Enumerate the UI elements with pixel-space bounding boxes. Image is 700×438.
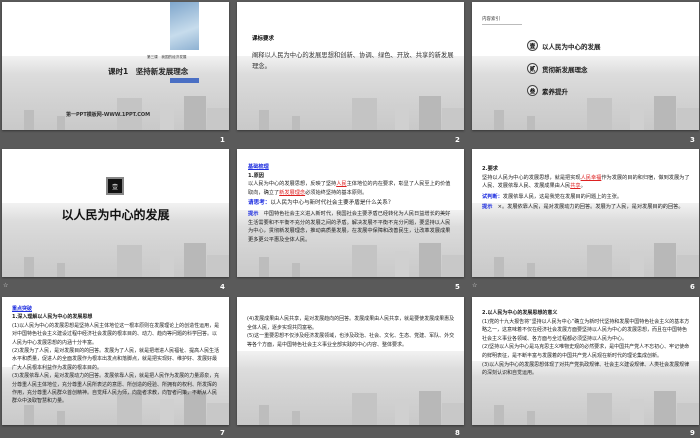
slide-heading: 课标要求: [252, 36, 275, 42]
slide-heading: 1.原因: [248, 172, 264, 179]
toc-badge: 壹: [527, 40, 538, 51]
slide-number: 4: [220, 283, 225, 291]
slide-heading: 2.以人民为中心的发展思想的意义: [482, 310, 558, 316]
slide-heading: 内容索引: [482, 16, 522, 25]
slide-thumbnail-4[interactable]: 壹 以人民为中心的发展: [2, 149, 229, 277]
section-label: 基础梳理: [248, 164, 269, 170]
hint: 提示 中国特色社会主义进入新时代，我国社会主要矛盾已经转化为人民日益增长的美好生…: [248, 210, 451, 243]
city-background: [472, 202, 699, 277]
toc-label: 以人民为中心的发展: [542, 42, 601, 51]
section-title: 以人民为中心的发展: [61, 208, 170, 222]
slide-number: 8: [455, 429, 460, 437]
toc-badge: 叁: [527, 85, 538, 96]
question: 试判断：发展依靠人民，这是我党在发展目的问题上的主张。: [482, 193, 623, 200]
paragraph: 坚持以人民为中心的发展思想，就是把实现人民幸福作为发展的目的和归宿，做到发展为了…: [482, 174, 690, 190]
slide-number: 7: [220, 429, 225, 437]
title-bar: [170, 78, 199, 83]
slide-heading: 1.深入理解以人民为中心的发展思想: [12, 314, 93, 321]
paragraph: (3)发展依靠人民，是对发展动力的回答。发展依靠人民，就是把人民作为发展的力量源…: [12, 373, 220, 405]
paragraph: (4)发展成果由人民共享，是对发展趋向的回答。发展成果由人民共享，就是要使发展成…: [247, 316, 455, 331]
section-label: 重点突破: [12, 306, 33, 312]
slide-heading: 2.要求: [482, 166, 498, 172]
toc-label: 素养提升: [542, 87, 568, 96]
city-background: [237, 350, 464, 425]
slide-thumbnail-7[interactable]: 重点突破 1.深入理解以人民为中心的发展思想 (1)以人民为中心的发展思想是坚持…: [2, 297, 229, 425]
paragraph: (1)党的十九大报告将“坚持以人民为中心”确立为新时代坚持和发展中国特色社会主义…: [482, 318, 690, 342]
paragraph: (1)以人民为中心的发展思想是坚持人民主体地位这一根本原则在发展理论上的创造性运…: [12, 322, 220, 346]
paragraph: 以人民为中心的发展思想，反映了坚持人民主体地位的内在要求，彰显了人民至上的价值取…: [248, 181, 451, 196]
slide-thumbnail-3[interactable]: 内容索引 壹 以人民为中心的发展 贰 贯彻新发展理念 叁 素养提升: [472, 2, 699, 130]
paragraph: (2)发展为了人民，是对发展目的的回答。发展为了人民，就是把增进人民福祉、提高人…: [12, 348, 220, 371]
slide-title: 课时1 坚持新发展理念: [108, 67, 189, 76]
animation-icon[interactable]: ☆: [3, 282, 8, 289]
section-badge: 壹: [106, 177, 124, 195]
palm-photo: [170, 2, 199, 50]
slide-body: 阐释以人民为中心的发展思想和创新、协调、绿色、开放、共享的新发展理念。: [252, 52, 454, 70]
slide-thumbnail-8[interactable]: (4)发展成果由人民共享，是对发展趋向的回答。发展成果由人民共享，就是要使发展成…: [237, 297, 464, 425]
watermark: 第一PPT模板网-WWW.1PPT.COM: [66, 112, 151, 118]
slide-number: 2: [455, 136, 460, 144]
slide-thumbnail-6[interactable]: 2.要求 坚持以人民为中心的发展思想，就是把实现人民幸福作为发展的目的和归宿，做…: [472, 149, 699, 277]
toc-badge: 贰: [527, 63, 538, 74]
question: 请思考：以人民为中心与新时代社会主要矛盾是什么关系？: [248, 200, 394, 207]
paragraph: (5)这一重要思想不仅涉及经济发展领域，也涉及政治、社会、文化、生态、党建、军队…: [247, 333, 455, 348]
slide-subtitle: 第三课 我国的经济发展: [147, 55, 187, 59]
slide-number: 1: [220, 136, 225, 144]
slide-number: 9: [690, 429, 695, 437]
toc-label: 贯彻新发展理念: [542, 65, 588, 74]
toc-item-1[interactable]: 壹 以人民为中心的发展: [527, 40, 601, 51]
animation-icon[interactable]: ☆: [472, 282, 477, 289]
slide-thumbnail-9[interactable]: 2.以人民为中心的发展思想的意义 (1)党的十九大报告将“坚持以人民为中心”确立…: [472, 297, 699, 425]
slide-number: 5: [455, 283, 460, 291]
paragraph: (3)以人民为中心的发展思想体现了对共产党执政规律、社会主义建设规律、人类社会发…: [482, 361, 690, 377]
slide-number: 6: [690, 283, 695, 291]
hint: 提示 ×。发展依靠人民，是对发展动力的回答。发展为了人民，是对发展目的的回答。: [482, 204, 684, 211]
paragraph: (2)坚持以人民为中心是马克思主义唯物史观的必然要求，是中国共产党人不忘初心、牢…: [482, 344, 690, 359]
slide-thumbnail-2[interactable]: 课标要求 阐释以人民为中心的发展思想和创新、协调、绿色、开放、共享的新发展理念。: [237, 2, 464, 130]
slide-number: 3: [690, 136, 695, 144]
toc-item-2[interactable]: 贰 贯彻新发展理念: [527, 63, 588, 74]
slide-thumbnail-5[interactable]: 基础梳理 1.原因 以人民为中心的发展思想，反映了坚持人民主体地位的内在要求，彰…: [237, 149, 464, 277]
toc-item-3[interactable]: 叁 素养提升: [527, 85, 568, 96]
slide-thumbnail-1[interactable]: 第三课 我国的经济发展 课时1 坚持新发展理念 第一PPT模板网-WWW.1PP…: [2, 2, 229, 130]
